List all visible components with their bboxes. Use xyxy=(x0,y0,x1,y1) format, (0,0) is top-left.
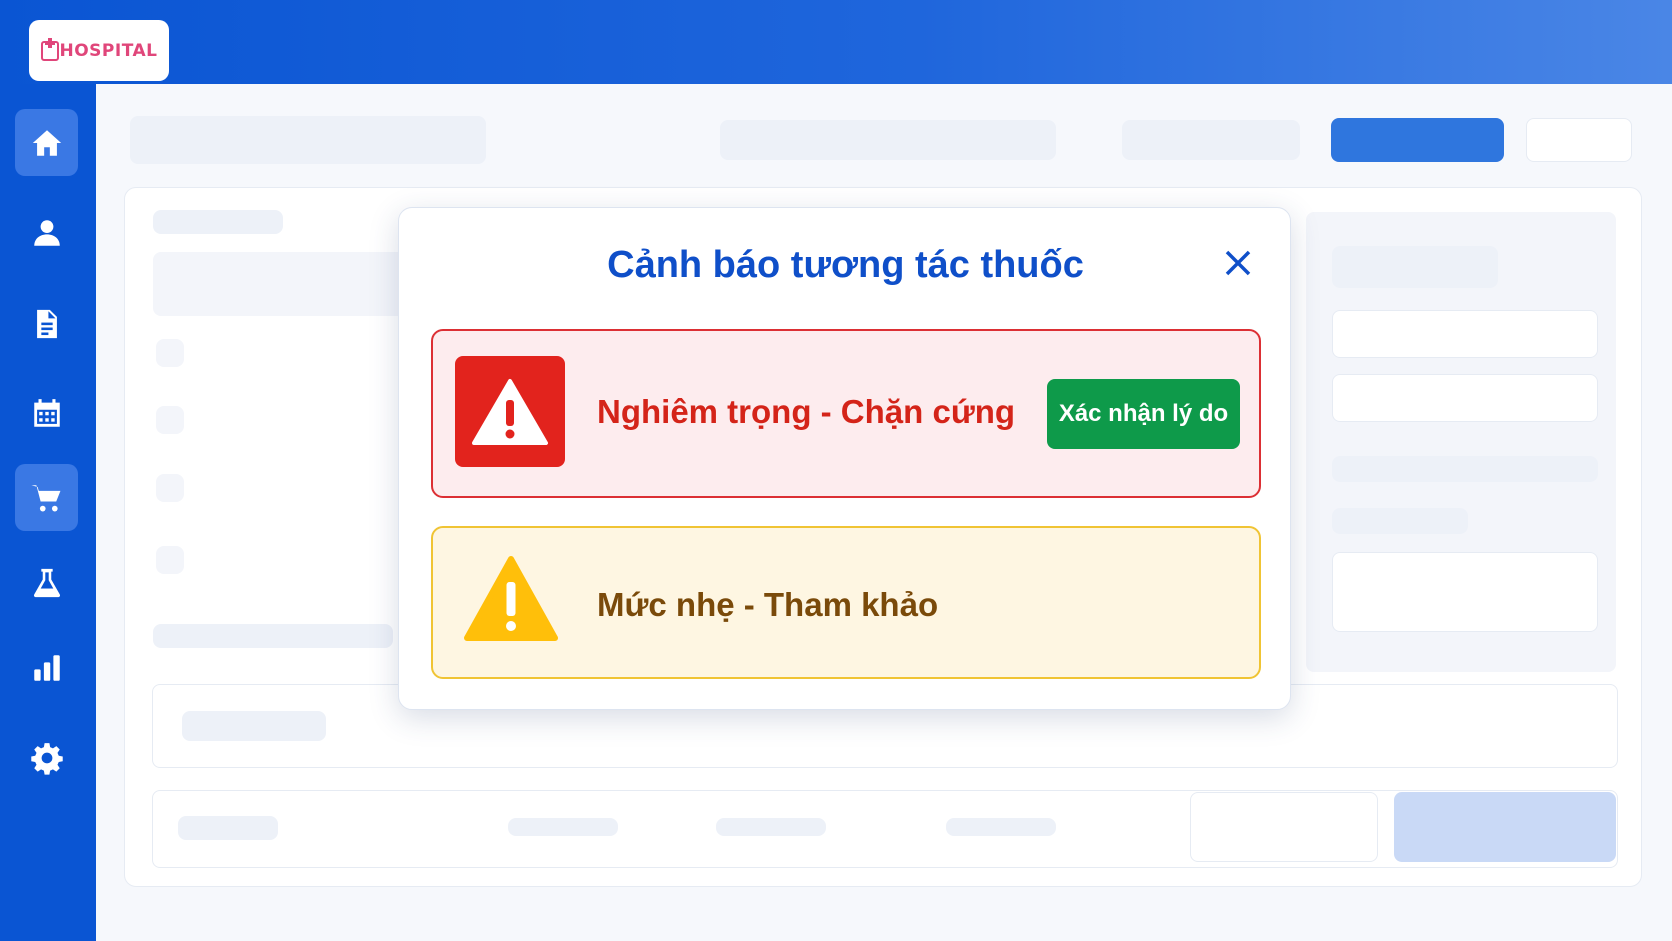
placeholder-checkbox xyxy=(156,339,184,367)
placeholder-textarea xyxy=(1332,552,1598,632)
drug-interaction-dialog: Cảnh báo tương tác thuốc Nghiêm trọng - … xyxy=(398,207,1291,710)
sidebar-item-reports[interactable] xyxy=(15,634,78,701)
cart-icon xyxy=(30,484,60,511)
severe-alert-label: Nghiêm trọng - Chặn cứng xyxy=(597,393,1016,430)
placeholder-button xyxy=(1526,118,1632,162)
placeholder-label xyxy=(1332,508,1468,534)
placeholder-label xyxy=(153,210,283,234)
severe-warning-badge xyxy=(455,356,565,467)
dialog-title: Cảnh báo tương tác thuốc xyxy=(607,244,1084,286)
severe-alert: Nghiêm trọng - Chặn cứng Xác nhận lý do xyxy=(431,329,1261,498)
warning-triangle-icon xyxy=(472,378,548,445)
placeholder-checkbox xyxy=(156,406,184,434)
placeholder-label xyxy=(182,711,326,741)
top-bar: HOSPITAL xyxy=(0,0,1672,84)
placeholder-field xyxy=(1122,120,1300,160)
mild-alert: Mức nhẹ - Tham khảo xyxy=(431,526,1261,679)
sidebar-item-patients[interactable] xyxy=(15,199,78,266)
sidebar-item-home[interactable] xyxy=(15,109,78,176)
placeholder-label xyxy=(946,818,1056,836)
placeholder-label xyxy=(716,818,826,836)
close-button[interactable] xyxy=(1221,246,1255,280)
placeholder-primary-button xyxy=(1394,792,1616,862)
placeholder-input xyxy=(1332,310,1598,358)
bar-chart-icon xyxy=(33,654,60,681)
placeholder-input xyxy=(1332,374,1598,422)
placeholder-label xyxy=(1332,456,1598,482)
placeholder-label xyxy=(1332,246,1498,288)
placeholder-button xyxy=(1190,792,1378,862)
medical-cross-icon xyxy=(40,37,59,61)
sidebar xyxy=(0,84,96,941)
placeholder-primary-button xyxy=(1331,118,1504,162)
placeholder-label xyxy=(178,816,278,840)
placeholder-label xyxy=(508,818,618,836)
home-icon xyxy=(32,129,61,156)
sidebar-item-documents[interactable] xyxy=(15,290,78,357)
confirm-reason-button[interactable]: Xác nhận lý do xyxy=(1047,379,1240,449)
placeholder-search xyxy=(130,116,486,164)
placeholder-field xyxy=(720,120,1056,160)
close-icon xyxy=(1225,250,1251,276)
mild-alert-label: Mức nhẹ - Tham khảo xyxy=(597,586,939,623)
sidebar-item-pharmacy[interactable] xyxy=(15,464,78,531)
hospital-logo[interactable]: HOSPITAL xyxy=(29,20,169,81)
gear-icon xyxy=(30,742,63,775)
sidebar-item-lab[interactable] xyxy=(15,549,78,616)
logo-text: HOSPITAL xyxy=(59,40,158,61)
sidebar-item-settings[interactable] xyxy=(15,724,78,791)
sidebar-item-calendar[interactable] xyxy=(15,380,78,447)
user-icon xyxy=(33,219,60,246)
flask-icon xyxy=(33,568,60,597)
placeholder-label xyxy=(153,624,393,648)
warning-triangle-icon xyxy=(464,556,558,641)
placeholder-checkbox xyxy=(156,474,184,502)
placeholder-checkbox xyxy=(156,546,184,574)
document-icon xyxy=(36,309,57,338)
calendar-icon xyxy=(33,398,60,427)
